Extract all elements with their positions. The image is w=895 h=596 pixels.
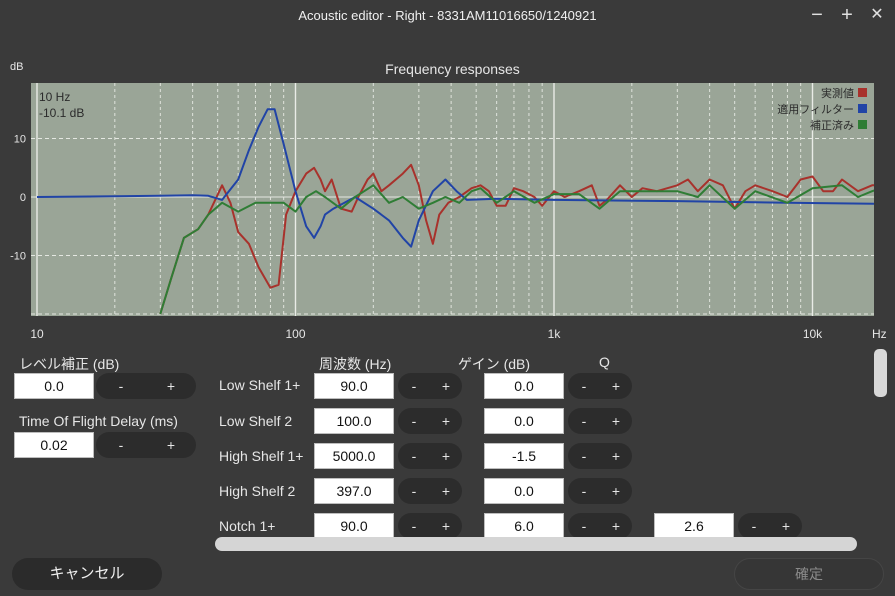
frequency-minus-button[interactable]: - — [398, 443, 430, 469]
frequency-stepper: - + — [398, 513, 462, 539]
y-axis-unit: dB — [10, 61, 24, 73]
q-stepper: - + — [738, 513, 802, 539]
frequency-plus-button[interactable]: + — [430, 513, 462, 539]
x-axis-unit: Hz — [872, 327, 887, 341]
cursor-level: -10.1 dB — [39, 106, 84, 120]
q-minus-button[interactable]: - — [738, 513, 770, 539]
gain-plus-button[interactable]: + — [600, 443, 632, 469]
x-tick-label: 100 — [285, 327, 305, 341]
q-plus-button[interactable]: + — [770, 513, 802, 539]
y-tick-labels: 10 0 -10 — [10, 134, 26, 263]
y-tick-label: 10 — [14, 134, 26, 146]
filter-name: High Shelf 2 — [219, 483, 296, 499]
filter-frequency-field[interactable]: 5000.0 — [314, 443, 394, 469]
gain-plus-button[interactable]: + — [600, 513, 632, 539]
gain-minus-button[interactable]: - — [568, 513, 600, 539]
filter-frequency-field[interactable]: 397.0 — [314, 478, 394, 504]
frequency-minus-button[interactable]: - — [398, 513, 430, 539]
frequency-plus-button[interactable]: + — [430, 443, 462, 469]
q-column-header: Q — [599, 354, 610, 370]
filter-gain-field[interactable]: 0.0 — [484, 478, 564, 504]
title-bar: Acoustic editor - Right - 8331AM11016650… — [0, 0, 895, 32]
vertical-scrollbar[interactable] — [874, 349, 887, 397]
frequency-stepper: - + — [398, 373, 462, 399]
level-correction-stepper: - + — [96, 373, 196, 399]
filter-frequency-field[interactable]: 100.0 — [314, 408, 394, 434]
level-minus-button[interactable]: - — [96, 373, 146, 399]
cursor-frequency: 10 Hz — [39, 90, 70, 104]
tof-delay-label: Time Of Flight Delay (ms) — [19, 413, 178, 429]
tof-delay-stepper: - + — [96, 432, 196, 458]
tof-minus-button[interactable]: - — [96, 432, 146, 458]
filter-frequency-field[interactable]: 90.0 — [314, 513, 394, 539]
gain-plus-button[interactable]: + — [600, 373, 632, 399]
legend-swatch — [858, 88, 867, 97]
cancel-button[interactable]: キャンセル — [12, 558, 162, 590]
filter-gain-field[interactable]: -1.5 — [484, 443, 564, 469]
legend-swatch — [858, 120, 867, 129]
gain-minus-button[interactable]: - — [568, 443, 600, 469]
tof-plus-button[interactable]: + — [146, 432, 196, 458]
level-correction-field[interactable]: 0.0 — [14, 373, 94, 399]
frequency-stepper: - + — [398, 443, 462, 469]
frequency-minus-button[interactable]: - — [398, 478, 430, 504]
y-tick-label: -10 — [10, 251, 26, 263]
frequency-minus-button[interactable]: - — [398, 373, 430, 399]
y-tick-label: 0 — [20, 192, 26, 204]
frequency-plus-button[interactable]: + — [430, 373, 462, 399]
frequency-stepper: - + — [398, 408, 462, 434]
legend-label: 実測値 — [821, 86, 854, 100]
gain-stepper: - + — [568, 478, 632, 504]
level-plus-button[interactable]: + — [146, 373, 196, 399]
x-tick-labels: 10 100 1k 10k — [30, 327, 823, 341]
chart-canvas[interactable]: 実測値適用フィルター補正済み 10 Hz -10.1 dB 100-10 10 1… — [0, 80, 895, 342]
filter-gain-field[interactable]: 0.0 — [484, 373, 564, 399]
gain-stepper: - + — [568, 443, 632, 469]
legend-swatch — [858, 104, 867, 113]
filter-name: Low Shelf 2 — [219, 413, 293, 429]
x-tick-label: 10 — [30, 327, 44, 341]
legend-label: 補正済み — [810, 118, 854, 132]
horizontal-scrollbar[interactable] — [215, 537, 857, 551]
filter-frequency-field[interactable]: 90.0 — [314, 373, 394, 399]
filter-name: Notch 1+ — [219, 518, 276, 534]
window-title: Acoustic editor - Right - 8331AM11016650… — [298, 8, 597, 23]
gain-minus-button[interactable]: - — [568, 408, 600, 434]
frequency-stepper: - + — [398, 478, 462, 504]
frequency-plus-button[interactable]: + — [430, 408, 462, 434]
frequency-column-header: 周波数 (Hz) — [319, 356, 392, 372]
frequency-minus-button[interactable]: - — [398, 408, 430, 434]
gain-plus-button[interactable]: + — [600, 408, 632, 434]
frequency-plus-button[interactable]: + — [430, 478, 462, 504]
legend-label: 適用フィルター — [777, 102, 854, 116]
filter-name: Low Shelf 1+ — [219, 377, 301, 393]
chart-title: Frequency responses — [385, 61, 520, 77]
filter-name: High Shelf 1+ — [219, 448, 304, 464]
gain-stepper: - + — [568, 408, 632, 434]
gain-minus-button[interactable]: - — [568, 373, 600, 399]
close-button[interactable]: ✕ — [866, 4, 888, 26]
level-correction-label: レベル補正 (dB) — [19, 356, 120, 372]
confirm-button[interactable]: 確定 — [734, 558, 884, 590]
gain-stepper: - + — [568, 373, 632, 399]
gain-stepper: - + — [568, 513, 632, 539]
gain-column-header: ゲイン (dB) — [458, 356, 531, 372]
frequency-response-chart[interactable]: 実測値 適用フィルター 補正済み 10 Hz -10.1 dB 10 0 -10 10 1… — [0, 80, 895, 342]
gain-plus-button[interactable]: + — [600, 478, 632, 504]
filter-gain-field[interactable]: 0.0 — [484, 408, 564, 434]
filter-q-field[interactable]: 2.6 — [654, 513, 734, 539]
minimize-button[interactable]: − — [806, 4, 828, 26]
tof-delay-field[interactable]: 0.02 — [14, 432, 94, 458]
maximize-button[interactable]: + — [836, 4, 858, 26]
filter-gain-field[interactable]: 6.0 — [484, 513, 564, 539]
x-tick-label: 10k — [803, 327, 823, 341]
x-tick-label: 1k — [548, 327, 562, 341]
gain-minus-button[interactable]: - — [568, 478, 600, 504]
